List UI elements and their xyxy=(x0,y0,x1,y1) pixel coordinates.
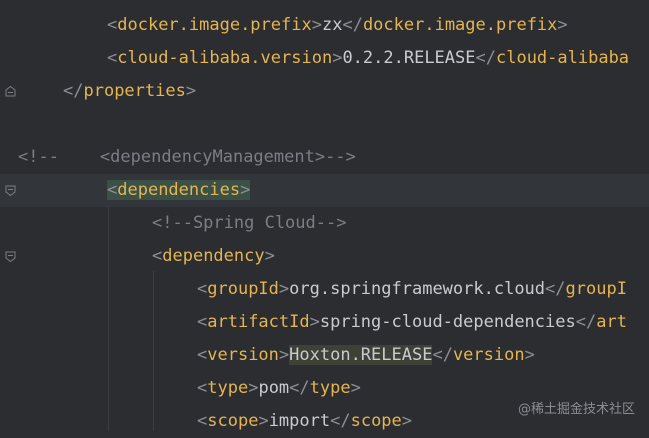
code-token: 0.2.2.RELEASE xyxy=(342,48,476,68)
code-token: > xyxy=(350,378,361,398)
code-token: pom xyxy=(258,378,290,398)
code-token: > xyxy=(240,180,251,200)
code-token: scope xyxy=(350,411,402,431)
code-token: version xyxy=(452,345,525,365)
code-line[interactable]: <!--Spring Cloud--> xyxy=(0,207,649,240)
code-token: type xyxy=(207,378,249,398)
code-line[interactable]: <artifactId>spring-cloud-dependencies</a… xyxy=(0,306,649,339)
code-token: < xyxy=(107,15,118,35)
code-token: groupI xyxy=(565,279,627,299)
code-token: scope xyxy=(207,411,259,431)
code-token: docker.image.prefix xyxy=(117,15,312,35)
code-token: zx xyxy=(321,15,343,35)
code-token: < xyxy=(197,378,208,398)
code-token: type xyxy=(309,378,351,398)
code-token: < xyxy=(152,246,163,266)
code-line[interactable]: <cloud-alibaba.version>0.2.2.RELEASE</cl… xyxy=(0,42,649,75)
code-line[interactable]: <version>Hoxton.RELEASE</version> xyxy=(0,339,649,372)
code-token: groupId xyxy=(207,279,279,299)
code-editor[interactable]: <docker.image.prefix>zx</docker.image.pr… xyxy=(0,0,649,431)
code-token: </ xyxy=(575,312,597,332)
code-line[interactable]: <groupId>org.springframework.cloud</grou… xyxy=(0,273,649,306)
code-token: import xyxy=(268,411,331,431)
code-token: art xyxy=(596,312,627,332)
code-token: cloud-alibaba.version xyxy=(117,48,333,68)
code-token: > xyxy=(185,81,197,101)
code-token: <!-- xyxy=(18,147,59,167)
code-token: cloud-alibaba xyxy=(495,48,630,68)
fold-start-icon[interactable] xyxy=(5,185,16,196)
code-token: > xyxy=(309,312,320,332)
code-token: dependencies xyxy=(117,180,241,200)
code-line[interactable]: <dependency> xyxy=(0,240,649,273)
code-token: < xyxy=(197,411,208,431)
code-token: docker.image.prefix xyxy=(362,15,558,35)
code-token: dependency xyxy=(162,246,265,266)
code-token: > xyxy=(258,411,269,431)
code-token: </ xyxy=(545,279,566,299)
code-token: </ xyxy=(342,15,363,35)
code-token: > xyxy=(524,345,535,365)
code-token: <dependencyManagement>--> xyxy=(99,147,356,167)
code-token: < xyxy=(197,312,208,332)
code-line[interactable] xyxy=(0,108,649,141)
code-token: org.springframework.cloud xyxy=(289,279,546,299)
code-token: </ xyxy=(289,378,310,398)
code-line[interactable]: </properties> xyxy=(0,75,649,108)
code-line[interactable]: <!-- <dependencyManagement>--> xyxy=(0,141,649,174)
code-token: > xyxy=(278,345,290,365)
code-token: Hoxton.RELEASE xyxy=(289,345,433,365)
code-token: > xyxy=(332,48,343,68)
fold-end-icon[interactable] xyxy=(5,86,16,97)
fold-start-icon[interactable] xyxy=(5,251,16,262)
code-token: </ xyxy=(330,411,351,431)
code-token: > xyxy=(311,15,322,35)
code-token: < xyxy=(107,180,118,200)
code-token: </ xyxy=(432,345,453,365)
code-token: > xyxy=(278,279,290,299)
code-token: > xyxy=(248,378,259,398)
code-token: > xyxy=(264,246,275,266)
code-token: spring-cloud-dependencies xyxy=(319,312,576,332)
code-token: artifactId xyxy=(207,312,310,332)
code-token: properties xyxy=(83,81,186,101)
code-token: > xyxy=(401,411,413,431)
code-token: < xyxy=(197,279,208,299)
code-token: </ xyxy=(63,81,84,101)
watermark: @稀土掘金技术社区 xyxy=(517,402,635,417)
code-line-current[interactable]: <dependencies> xyxy=(0,174,649,207)
code-token: version xyxy=(207,345,279,365)
code-token: </ xyxy=(475,48,496,68)
code-token: > xyxy=(557,15,568,35)
code-line[interactable]: <docker.image.prefix>zx</docker.image.pr… xyxy=(0,9,649,42)
code-token: <!--Spring Cloud--> xyxy=(152,213,347,233)
code-token: < xyxy=(107,48,118,68)
code-token: < xyxy=(197,345,208,365)
